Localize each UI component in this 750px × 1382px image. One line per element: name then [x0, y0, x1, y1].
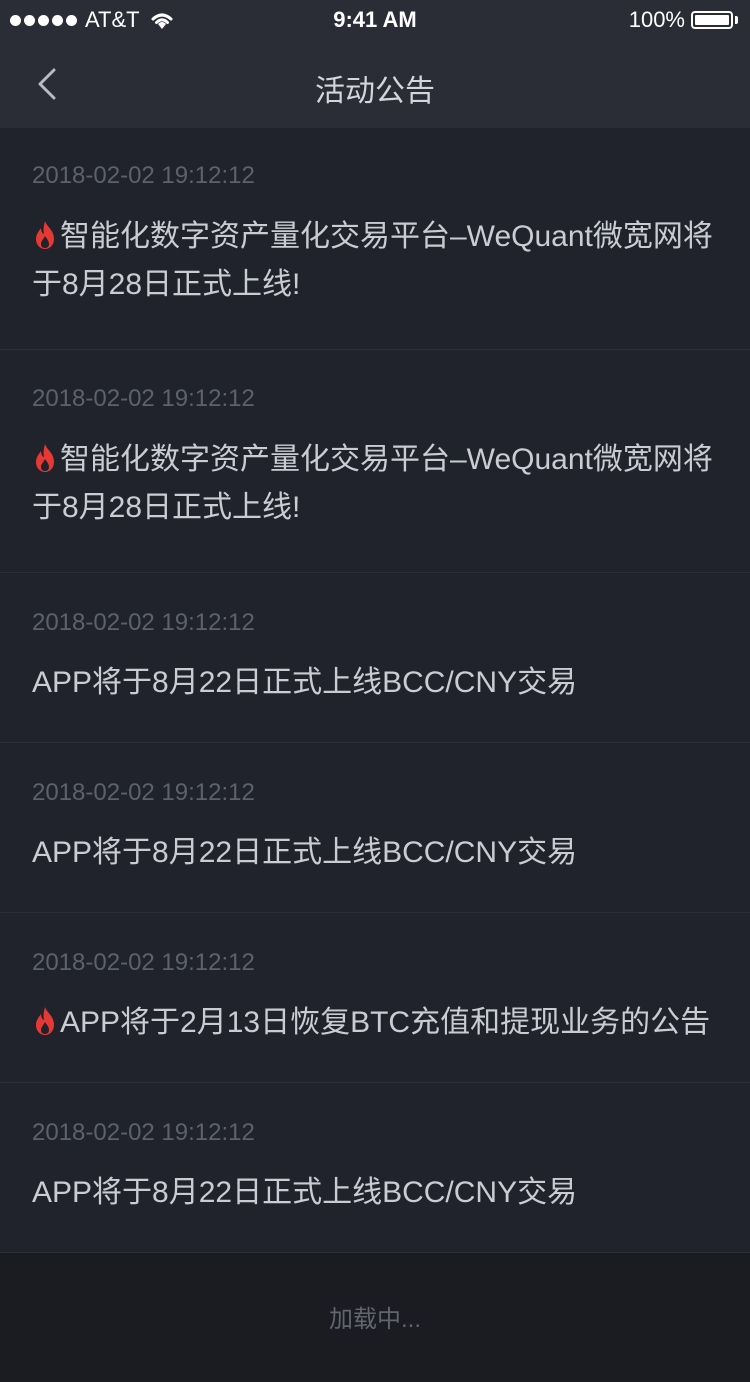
fire-icon [36, 221, 54, 249]
announcement-item[interactable]: 2018-02-02 19:12:12 智能化数字资产量化交易平台–WeQuan… [0, 128, 750, 350]
announcement-title: APP将于2月13日恢复BTC充值和提现业务的公告 [32, 999, 722, 1047]
status-right: 100% [629, 7, 738, 33]
announcement-item[interactable]: 2018-02-02 19:12:12 APP将于2月13日恢复BTC充值和提现… [0, 913, 750, 1083]
announcement-list: 2018-02-02 19:12:12 智能化数字资产量化交易平台–WeQuan… [0, 128, 750, 1253]
nav-bar: 活动公告 [0, 40, 750, 128]
announcement-time: 2018-02-02 19:12:12 [32, 609, 255, 636]
loading-footer: 加载中... [0, 1253, 750, 1382]
announcement-item[interactable]: 2018-02-02 19:12:12 APP将于8月22日正式上线BCC/CN… [0, 573, 750, 743]
announcement-title: 智能化数字资产量化交易平台–WeQuant微宽网将于8月28日正式上线! [32, 213, 722, 309]
announcement-title: APP将于8月22日正式上线BCC/CNY交易 [32, 1176, 578, 1209]
fire-icon [36, 1007, 54, 1035]
announcement-item[interactable]: 2018-02-02 19:12:12 APP将于8月22日正式上线BCC/CN… [0, 1083, 750, 1253]
loading-text: 加载中... [328, 1306, 421, 1333]
page-title: 活动公告 [315, 75, 435, 108]
announcement-time: 2018-02-02 19:12:12 [32, 779, 255, 806]
battery-percentage: 100% [628, 7, 685, 32]
announcement-title: APP将于8月22日正式上线BCC/CNY交易 [32, 836, 578, 869]
announcement-title-text: 智能化数字资产量化交易平台–WeQuant微宽网将于8月28日正式上线! [32, 443, 713, 524]
announcement-time: 2018-02-02 19:12:12 [32, 949, 255, 976]
announcement-item[interactable]: 2018-02-02 19:12:12 智能化数字资产量化交易平台–WeQuan… [0, 350, 750, 573]
announcement-title: 智能化数字资产量化交易平台–WeQuant微宽网将于8月28日正式上线! [32, 436, 722, 532]
announcement-title: APP将于8月22日正式上线BCC/CNY交易 [32, 666, 578, 699]
announcement-time: 2018-02-02 19:12:12 [32, 385, 255, 412]
announcement-title-text: 智能化数字资产量化交易平台–WeQuant微宽网将于8月28日正式上线! [32, 220, 713, 301]
announcement-time: 2018-02-02 19:12:12 [32, 1119, 255, 1146]
announcement-time: 2018-02-02 19:12:12 [32, 162, 255, 189]
announcement-title-text: APP将于2月13日恢复BTC充值和提现业务的公告 [60, 1006, 711, 1039]
battery-tip [735, 16, 738, 24]
announcement-item[interactable]: 2018-02-02 19:12:12 APP将于8月22日正式上线BCC/CN… [0, 743, 750, 913]
status-bar: AT&T 9:41 AM 100% [0, 0, 750, 40]
fire-icon [36, 444, 54, 472]
battery-icon [691, 11, 733, 29]
